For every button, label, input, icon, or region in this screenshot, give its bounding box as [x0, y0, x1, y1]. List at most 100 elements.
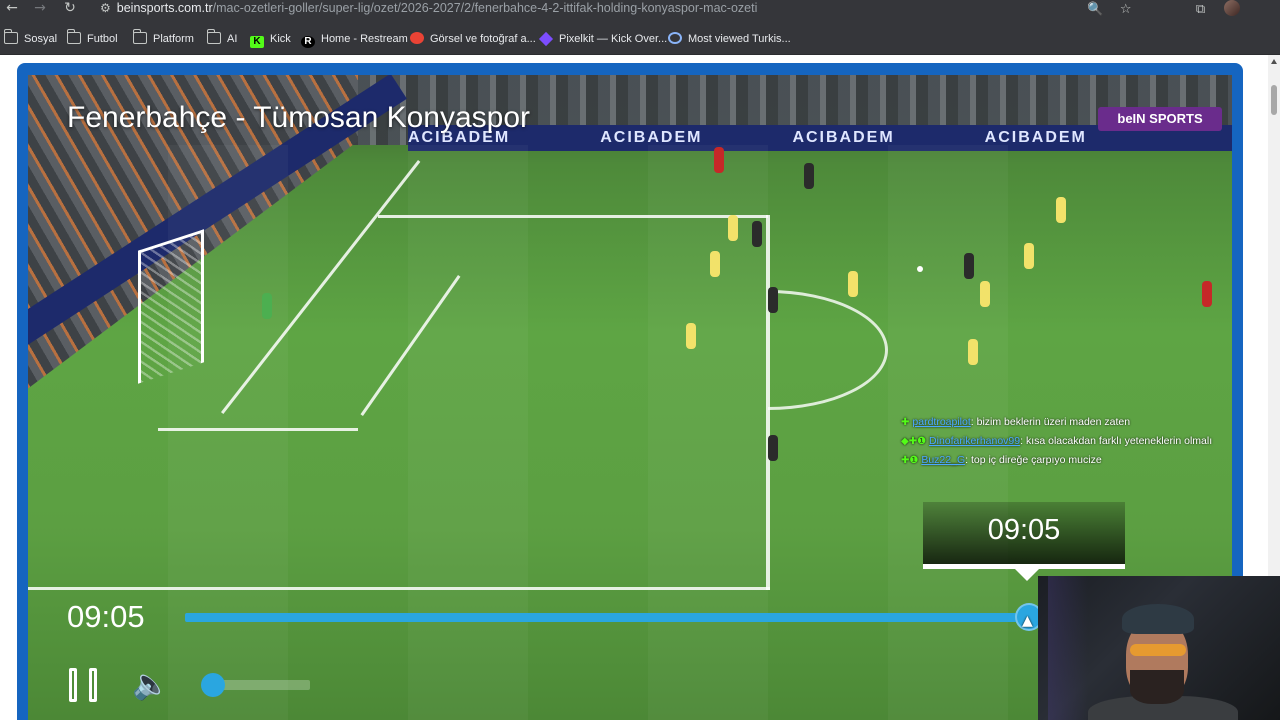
profile-avatar[interactable] — [1224, 0, 1240, 16]
pitch-stripe — [408, 145, 528, 720]
pitch-stripe — [648, 145, 768, 720]
bookmark-label: Görsel ve fotoğraf a... — [430, 33, 536, 45]
bein-sports-logo: beIN SPORTS — [1098, 107, 1222, 131]
chat-text: : kısa olacakdan farklı yeteneklerin olm… — [1020, 435, 1213, 447]
player — [964, 253, 974, 279]
reload-icon[interactable]: ↻ — [61, 0, 79, 18]
chat-username: Dinofarikerhanov99 — [929, 435, 1021, 447]
ad-text: ACIBADEM — [984, 129, 1087, 146]
pause-icon — [69, 668, 77, 702]
chat-username: Buz22_G — [921, 454, 966, 466]
bookmarks-bar: Sosyal Futbol Platform AI K Kick R Home - … — [0, 24, 1280, 55]
bookmark-ai[interactable]: AI — [207, 29, 238, 47]
ball — [917, 266, 923, 272]
mouse-cursor-icon: ▲ — [1022, 613, 1033, 629]
chat-text: : top iç direğe çarpıyo mucize — [965, 454, 1102, 466]
bookmark-label: AI — [227, 33, 238, 45]
folder-icon — [207, 29, 221, 44]
box-line — [158, 428, 358, 431]
player — [1024, 243, 1034, 269]
bookmark-label: Futbol — [87, 33, 118, 45]
folder-icon — [67, 29, 81, 44]
ad-text: ACIBADEM — [792, 129, 895, 146]
toolbar-actions: 🔍 ☆ ⧉ ≡ — [1082, 0, 1244, 18]
zoom-icon[interactable]: 🔍 — [1082, 1, 1108, 18]
browser-toolbar: ← → ↻ ⚙ beinsports.com.tr/mac-ozetleri-go… — [0, 0, 1280, 24]
player — [980, 281, 990, 307]
bookmark-gorsel[interactable]: Görsel ve fotoğraf a... — [410, 31, 536, 47]
bookmark-label: Platform — [153, 33, 194, 45]
pitch-stripe — [168, 145, 288, 720]
ad-text: ACIBADEM — [600, 129, 703, 146]
bookmark-sosyal[interactable]: Sosyal — [4, 29, 58, 47]
pause-button[interactable] — [69, 668, 99, 702]
webcam-overlay — [1038, 576, 1280, 720]
player — [686, 323, 696, 349]
bookmark-kick[interactable]: K Kick — [250, 31, 291, 48]
tooltip-arrow — [1015, 569, 1039, 581]
extensions-icon[interactable]: ⧉ — [1188, 1, 1214, 18]
bookmark-platform[interactable]: Platform — [133, 29, 194, 47]
image-icon — [410, 32, 424, 44]
chat-badge-icon: ◆✚❶ — [901, 436, 927, 447]
goal-net — [138, 229, 204, 384]
site-info-icon[interactable]: ⚙ — [100, 0, 111, 17]
chat-overlay: ✚ pardtroapilot: bizim beklerin üzeri mad… — [901, 416, 1212, 473]
scroll-thumb[interactable] — [1271, 85, 1277, 115]
scroll-up-arrow-icon[interactable] — [1271, 59, 1277, 64]
chat-message: ✚ pardtroapilot: bizim beklerin üzeri mad… — [901, 416, 1212, 435]
address-bar[interactable]: ⚙ beinsports.com.tr/mac-ozetleri-goller/s… — [100, 0, 757, 18]
touch-line — [28, 587, 770, 590]
back-arrow-icon[interactable]: ← — [3, 0, 21, 18]
player — [714, 147, 724, 173]
player — [968, 339, 978, 365]
bookmark-label: Pixelkit — Kick Over... — [559, 33, 668, 45]
folder-icon — [4, 29, 18, 44]
forward-arrow-icon[interactable]: → — [31, 0, 49, 18]
referee — [1202, 281, 1212, 307]
url-path: /mac-ozetleri-goller/super-lig/ozet/2026… — [212, 1, 758, 15]
pixelkit-icon — [538, 31, 554, 47]
player — [848, 271, 858, 297]
streamer-beard — [1130, 670, 1184, 704]
bookmark-star-icon[interactable]: ☆ — [1113, 1, 1139, 18]
current-time: 09:05 — [67, 599, 145, 634]
volume-slider[interactable] — [213, 680, 310, 690]
player — [728, 215, 738, 241]
seek-bar[interactable] — [185, 613, 1037, 622]
bookmark-futbol[interactable]: Futbol — [67, 29, 118, 47]
player — [804, 163, 814, 189]
kick-icon: K — [250, 36, 264, 48]
chat-message: ✚❶ Buz22_G: top iç direğe çarpıyo mucize — [901, 454, 1212, 473]
bookmark-label: Most viewed Turkis... — [688, 33, 791, 45]
player — [1056, 197, 1066, 223]
volume-handle[interactable] — [201, 673, 225, 697]
volume-icon[interactable]: 🔈 — [132, 668, 169, 702]
player — [768, 435, 778, 461]
box-line — [378, 215, 768, 218]
url-domain: beinsports.com.tr — [116, 1, 213, 15]
bookmark-most-viewed[interactable]: Most viewed Turkis... — [668, 31, 791, 47]
folder-icon — [133, 29, 147, 44]
pause-icon — [89, 668, 97, 702]
bookmark-label: Home - Restream — [321, 33, 408, 45]
bookmark-label: Sosyal — [24, 33, 58, 45]
player — [710, 251, 720, 277]
stats-icon — [668, 32, 682, 44]
goalkeeper — [262, 293, 272, 319]
chat-text: : bizim beklerin üzeri maden zaten — [970, 416, 1131, 428]
chat-username: pardtroapilot — [912, 416, 971, 428]
video-title: Fenerbahçe - Tümosan Konyaspor — [67, 101, 531, 134]
streamer-glasses — [1130, 644, 1186, 656]
player — [768, 287, 778, 313]
chat-badge-icon: ✚ — [901, 417, 910, 428]
bookmark-label: Kick — [270, 33, 291, 45]
chat-badge-icon: ✚❶ — [901, 455, 919, 466]
player — [752, 221, 762, 247]
chat-message: ◆✚❶ Dinofarikerhanov99: kısa olacakdan fa… — [901, 435, 1212, 454]
bookmark-pixelkit[interactable]: Pixelkit — Kick Over... — [538, 31, 668, 47]
seek-time-tooltip: 09:05 — [923, 502, 1125, 569]
bookmark-restream[interactable]: R Home - Restream — [301, 31, 408, 48]
webcam-light — [1048, 576, 1088, 720]
restream-icon: R — [301, 36, 315, 48]
